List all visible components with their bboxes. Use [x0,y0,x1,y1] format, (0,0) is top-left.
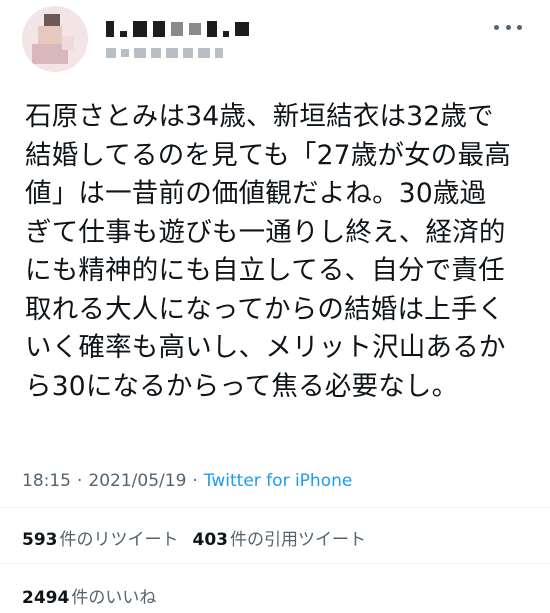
tweet-time[interactable]: 18:15 [22,471,71,491]
retweets-stat[interactable]: 593 件のリツイート [22,525,179,550]
redaction-block [134,48,146,58]
tweet-text: 石原さとみは34歳、新垣結衣は32歳で 結婚してるのを見ても「27歳が女の最高 … [25,101,511,402]
avatar-pixel [44,14,60,26]
engagement-stats-row: 593 件のリツイート 403 件の引用ツイート [22,525,366,550]
redaction-block [133,21,147,37]
quotes-label: 件の引用ツイート [230,530,366,550]
redaction-block [121,49,129,57]
meta-separator: · [192,471,198,491]
redaction-block [223,31,229,37]
dot [494,24,499,30]
redaction-block [183,48,193,58]
redaction-block [189,23,201,35]
redaction-block [106,48,116,58]
redaction-block [215,48,223,58]
tweet-date[interactable]: 2021/05/19 [88,471,186,491]
dot [505,24,511,30]
dot [517,24,522,30]
avatar[interactable] [22,6,88,72]
likes-stat[interactable]: 2494 件のいいね [22,583,156,608]
avatar-pixel [62,36,74,50]
meta-separator: · [77,471,83,491]
quotes-stat[interactable]: 403 件の引用ツイート [193,525,367,550]
quotes-count: 403 [192,530,229,550]
likes-stats-row: 2494 件のいいね [22,583,156,608]
tweet-source-link[interactable]: Twitter for iPhone [204,471,353,491]
redaction-block [198,48,210,58]
divider [0,507,550,508]
redaction-block [151,48,161,58]
retweets-label: 件のリツイート [59,530,179,550]
redaction-block [171,22,183,36]
redaction-block [235,22,249,36]
divider [0,563,550,564]
retweets-count: 593 [22,530,58,550]
tweet-detail: 石原さとみは34歳、新垣結衣は32歳で 結婚してるのを見ても「27歳が女の最高 … [0,0,550,613]
tweet-header [22,6,528,76]
redaction-block [106,21,114,37]
likes-label: 件のいいね [71,588,157,608]
likes-count: 2494 [22,588,70,608]
redaction-block [166,48,178,58]
redaction-block [120,31,127,37]
redaction-block [207,21,217,37]
more-dots-icon[interactable] [494,18,522,36]
handle-redacted[interactable] [106,44,223,62]
display-name-redacted[interactable] [106,18,249,40]
redaction-block [153,21,165,37]
tweet-metadata: 18:15 · 2021/05/19 · Twitter for iPhone [22,471,352,491]
avatar-pixel [38,26,62,44]
